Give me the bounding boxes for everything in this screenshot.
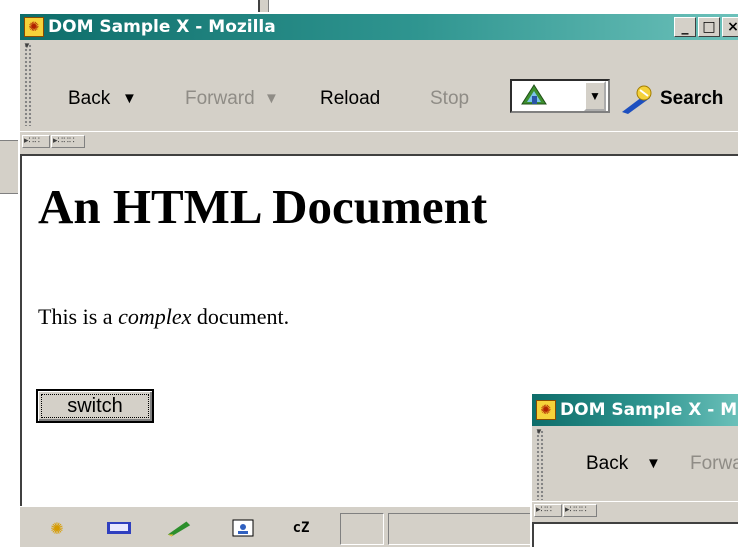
maximize-button[interactable]: □	[698, 17, 720, 37]
toolbar-collapse-icon[interactable]: ▼	[535, 427, 543, 436]
toolbar-grip[interactable]	[536, 430, 544, 500]
search-label: Search	[660, 88, 724, 109]
back-dropdown-icon[interactable]: ▼	[646, 455, 661, 472]
url-history-dropdown[interactable]: ▼	[584, 81, 606, 111]
second-personal-toolbar: ▸∷∷ ▸∷∷∷	[532, 501, 738, 521]
toolbar-tab-grip[interactable]: ▸∷∷∷	[563, 504, 597, 517]
search-button[interactable]: Search	[620, 84, 723, 114]
second-browser-window: ✺ DOM Sample X - Mozilla ▼ Back ▼ Forwar…	[530, 392, 738, 547]
status-text-cell	[388, 513, 548, 545]
switch-button[interactable]: switch	[36, 389, 154, 423]
mozilla-icon[interactable]: ✺	[44, 519, 70, 538]
toolbar-tab-grip[interactable]: ▸∷∷∷	[51, 135, 85, 148]
personal-toolbar: ▸∷∷ ▸∷∷∷	[20, 131, 738, 155]
reload-button[interactable]: Reload	[320, 88, 380, 110]
search-icon	[622, 85, 652, 114]
paragraph-text-end: document.	[191, 304, 290, 329]
emphasis-text: complex	[118, 304, 192, 329]
chatzilla-icon[interactable]: cZ	[288, 519, 314, 537]
second-window-title: DOM Sample X - Mozilla	[560, 400, 738, 420]
toolbar-tab-grip[interactable]: ▸∷∷	[22, 135, 50, 148]
second-back-button[interactable]: Back	[586, 453, 628, 475]
page-heading: An HTML Document	[38, 179, 488, 234]
mozilla-app-icon: ✺	[24, 17, 44, 37]
stop-button[interactable]: Stop	[430, 88, 469, 110]
forward-dropdown-icon[interactable]: ▼	[264, 90, 279, 107]
toolbar-tab-grip[interactable]: ▸∷∷	[534, 504, 562, 517]
addressbook-icon[interactable]	[230, 519, 256, 537]
mail-icon[interactable]	[106, 519, 132, 537]
background-window-frame-left	[0, 140, 19, 194]
forward-button[interactable]: Forward	[185, 88, 255, 110]
status-cell	[340, 513, 384, 545]
composer-icon[interactable]	[166, 519, 192, 537]
paragraph-text: This is a	[38, 304, 119, 329]
second-title-bar[interactable]: ✺ DOM Sample X - Mozilla	[532, 394, 738, 426]
dropdown-arrow-icon: ▼	[589, 89, 601, 103]
mozilla-app-icon: ✺	[536, 400, 556, 420]
window-controls: _ □ ×	[674, 17, 738, 37]
minimize-button[interactable]: _	[674, 17, 696, 37]
background-window-frame	[258, 0, 269, 12]
window-title: DOM Sample X - Mozilla	[48, 17, 276, 37]
body-paragraph: This is a complex document.	[38, 304, 289, 330]
back-button[interactable]: Back	[68, 88, 110, 110]
close-button[interactable]: ×	[722, 17, 738, 37]
second-forward-button[interactable]: Forward	[690, 453, 738, 475]
page-proxy-icon	[521, 84, 547, 105]
back-dropdown-icon[interactable]: ▼	[122, 90, 137, 107]
navigation-toolbar: ▼ Back ▼ Forward ▼ Reload Stop ▼ Search	[20, 40, 738, 131]
second-content-area	[532, 522, 738, 547]
title-bar[interactable]: ✺ DOM Sample X - Mozilla _ □ ×	[20, 14, 738, 40]
toolbar-collapse-icon[interactable]: ▼	[23, 41, 31, 50]
second-navigation-toolbar: ▼ Back ▼ Forward	[532, 426, 738, 505]
url-field[interactable]: ▼	[510, 79, 610, 113]
toolbar-grip[interactable]	[24, 44, 32, 126]
